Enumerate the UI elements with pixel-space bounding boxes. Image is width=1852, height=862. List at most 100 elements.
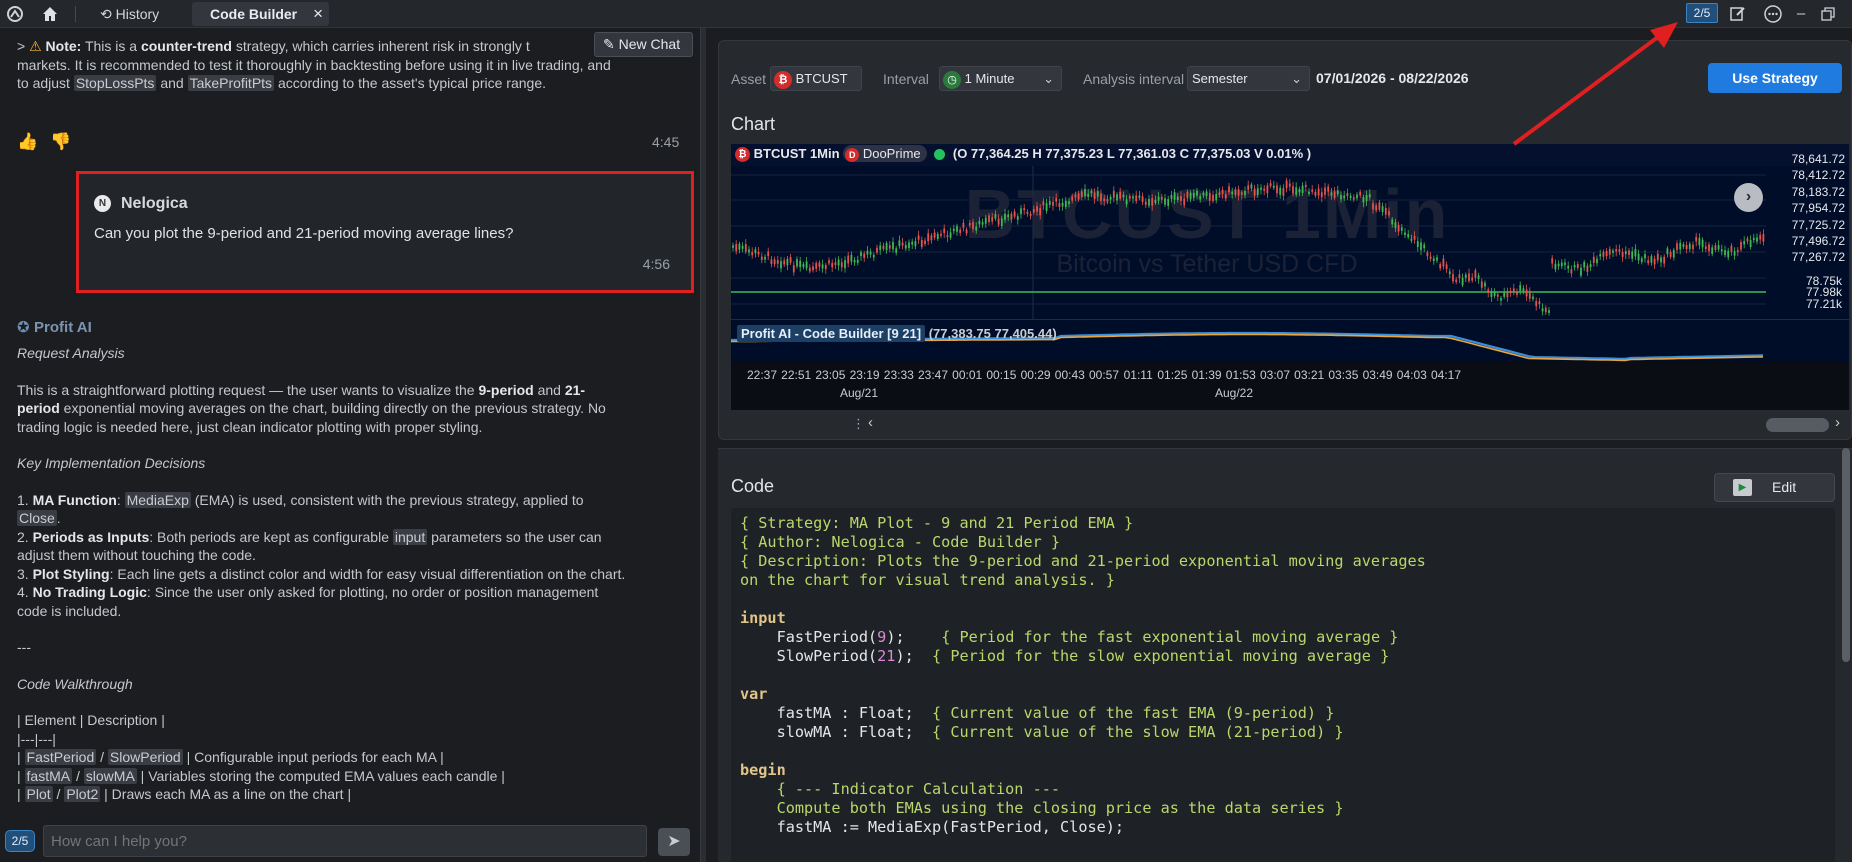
candle-body <box>1580 267 1582 276</box>
candle-body <box>1253 188 1256 196</box>
page-counter-badge[interactable]: 2/5 <box>1686 3 1718 23</box>
candle-body <box>1077 193 1080 200</box>
candle-body <box>1589 264 1592 268</box>
candle-body <box>789 257 792 263</box>
user-name: Nelogica <box>121 195 188 212</box>
code-chip: StopLossPts <box>73 75 157 91</box>
response-bold: Plot Styling <box>32 565 110 582</box>
chat-input[interactable] <box>43 825 647 857</box>
chart-scroll-right-icon[interactable]: › <box>1835 414 1840 431</box>
candle-body <box>1247 185 1250 190</box>
candle-body <box>1452 274 1454 282</box>
candle-body <box>1541 308 1544 312</box>
price-chart[interactable]: BTCUST 1Min Bitcoin vs Tether USD CFD 78… <box>731 144 1849 410</box>
candle-body <box>1199 196 1202 200</box>
candle-body <box>1656 253 1659 261</box>
profit-logo-icon[interactable] <box>5 4 25 24</box>
send-button[interactable]: ➤ <box>658 828 690 856</box>
candle-body <box>1372 203 1374 210</box>
candle-body <box>1330 192 1333 196</box>
thumbs-down-icon[interactable]: 👎 <box>50 132 71 152</box>
chart-scroll-handle[interactable]: ⋮ <box>852 416 865 432</box>
candle-body <box>767 251 770 257</box>
candle-body <box>1036 206 1038 212</box>
candle-body <box>1416 241 1419 248</box>
edit-icon[interactable] <box>1728 4 1748 24</box>
warning-icon: ⚠ <box>29 38 42 54</box>
input-page-badge[interactable]: 2/5 <box>5 830 35 852</box>
candle-body <box>1637 253 1640 261</box>
use-strategy-button[interactable]: Use Strategy <box>1708 63 1842 93</box>
btc-symbol-icon: ₿ <box>735 147 750 163</box>
candle-body <box>1567 265 1570 269</box>
candle-body <box>1704 246 1707 250</box>
tab-code-builder[interactable]: Code Builder × <box>192 2 329 26</box>
candle-body <box>853 260 856 263</box>
candle-body <box>1356 194 1358 199</box>
code-line: { Author: Nelogica - Code Builder } <box>740 533 1061 551</box>
edit-play-icon: ▶ <box>1733 479 1752 496</box>
candle-body <box>1202 192 1205 196</box>
chart-horizontal-scrollbar[interactable] <box>1766 418 1829 432</box>
candle-body <box>1343 195 1346 199</box>
message-time: 4:45 <box>652 134 680 150</box>
candle-body <box>1039 208 1042 216</box>
candle-body <box>1148 198 1150 206</box>
candle-body <box>1458 274 1461 279</box>
minimize-icon[interactable]: – <box>1791 4 1811 24</box>
price-tick-label: 78,183.72 <box>1792 185 1846 199</box>
candle-body <box>1042 201 1045 206</box>
candle-body <box>1000 218 1003 227</box>
candle-body <box>1058 202 1061 208</box>
candle-body <box>856 259 859 263</box>
analysis-interval-label: Analysis interval <box>1083 71 1185 87</box>
candle-body <box>1352 197 1355 200</box>
candle-body <box>1445 264 1448 269</box>
response-text: exponential moving averages on the chart… <box>59 400 606 416</box>
chart-scroll-left-icon[interactable]: ‹ <box>868 414 873 431</box>
profit-ai-icon: ✪ <box>17 319 30 336</box>
new-chat-button[interactable]: ✎ New Chat <box>594 32 693 57</box>
more-options-icon[interactable] <box>1763 4 1783 24</box>
response-bold: No Trading Logic <box>32 584 147 600</box>
code-scrollbar[interactable] <box>1842 448 1850 662</box>
code-chip: Close <box>17 510 57 526</box>
ohlc-readout: (O 77,364.25 H 77,375.23 L 77,361.03 C 7… <box>952 146 1312 161</box>
asset-selector[interactable]: ₿ BTCUST <box>770 66 862 91</box>
date-range: 07/01/2026 - 08/22/2026 <box>1316 70 1469 86</box>
response-text: : <box>116 491 125 508</box>
chart-scroll-right-button[interactable]: › <box>1734 183 1763 212</box>
candle-body <box>840 262 843 268</box>
note-text: according to the asset's typical price r… <box>274 75 546 91</box>
candle-body <box>936 233 939 239</box>
candle-body <box>1170 195 1173 199</box>
history-tab[interactable]: ⟲ History <box>92 2 182 26</box>
candle-body <box>1141 196 1144 202</box>
edit-label: Edit <box>1772 479 1797 495</box>
candle-body <box>1276 185 1278 194</box>
thumbs-up-icon[interactable]: 👍 <box>17 132 38 152</box>
candle-body <box>1128 195 1131 199</box>
request-analysis-heading: Request Analysis <box>17 345 125 361</box>
code-chip: SlowPeriod <box>107 749 183 765</box>
interval-selector[interactable]: ◷ 1 Minute ⌄ <box>939 66 1062 91</box>
candle-body <box>780 261 782 269</box>
candle-body <box>1660 257 1662 263</box>
panel-splitter[interactable] <box>700 28 706 862</box>
time-tick-label: 00:01 <box>952 368 982 382</box>
candle-body <box>1496 294 1499 297</box>
candle-body <box>1384 208 1387 215</box>
candle-body <box>1522 288 1525 292</box>
candle-body <box>908 242 910 249</box>
analysis-interval-selector[interactable]: Semester ⌄ <box>1187 66 1310 91</box>
candle-body <box>1032 208 1035 213</box>
candle-body <box>1135 195 1138 202</box>
candle-body <box>1196 190 1198 196</box>
candle-body <box>735 243 738 252</box>
edit-button[interactable]: ▶ Edit <box>1714 473 1835 502</box>
home-icon[interactable] <box>40 4 60 24</box>
close-tab-icon[interactable]: × <box>313 2 323 26</box>
restore-icon[interactable] <box>1818 4 1838 24</box>
candle-body <box>1378 202 1381 210</box>
